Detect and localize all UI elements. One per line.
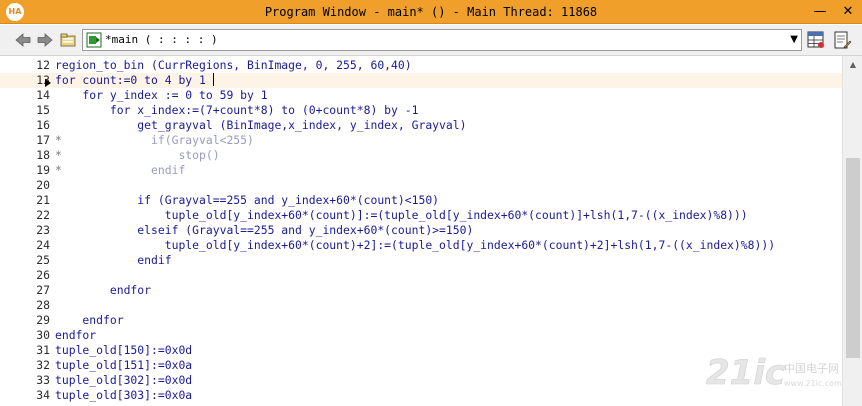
line-code[interactable]: elseif (Grayval==255 and y_index+60*(cou… — [55, 223, 473, 238]
scroll-thumb[interactable] — [846, 158, 860, 358]
line-code[interactable]: get_grayval (BinImage,x_index, y_index, … — [55, 118, 466, 133]
back-button[interactable] — [14, 31, 32, 49]
line-number[interactable]: 20 — [0, 178, 50, 193]
code-line[interactable]: 30 endfor — [0, 328, 842, 343]
line-code[interactable]: endfor — [55, 283, 151, 298]
line-code[interactable]: tuple_old[y_index+60*(count)+2]:=(tuple_… — [55, 238, 775, 253]
line-code[interactable]: if(Grayval<255) — [55, 133, 254, 148]
line-number[interactable]: 24 — [0, 238, 50, 253]
code-line[interactable]: 24 tuple_old[y_index+60*(count)+2]:=(tup… — [0, 238, 842, 253]
arrow-right-icon — [37, 33, 53, 47]
code-line[interactable]: 19 * endif — [0, 163, 842, 178]
line-code[interactable]: endif — [55, 253, 171, 268]
open-procedure-button[interactable] — [59, 31, 77, 49]
line-code[interactable]: stop() — [55, 148, 219, 163]
line-code[interactable]: tuple_old[303]:=0x0a — [55, 388, 192, 403]
procedure-icon — [86, 32, 102, 48]
line-number[interactable]: 12 — [0, 58, 50, 73]
line-code[interactable]: tuple_old[150]:=0x0d — [55, 343, 192, 358]
text-caret — [212, 73, 214, 86]
toolbar: *main ( : : : : ) ▼ — [0, 25, 862, 56]
document-edit-icon — [834, 31, 852, 49]
watermark-latin: 21ic — [706, 353, 785, 393]
line-code[interactable]: endfor — [55, 328, 96, 343]
open-folder-icon — [60, 33, 76, 47]
scroll-up-icon[interactable]: ▲ — [843, 56, 862, 73]
code-line[interactable]: 20 — [0, 178, 842, 193]
window-title: Program Window - main* () - Main Thread:… — [264, 5, 598, 19]
forward-button[interactable] — [36, 31, 54, 49]
line-number[interactable]: 26 — [0, 268, 50, 283]
code-line[interactable]: 13 for count:=0 to 4 by 1 — [0, 73, 842, 88]
title-bar: HA Program Window - main* () - Main Thre… — [0, 0, 862, 24]
line-number[interactable]: 34 — [0, 388, 50, 403]
line-code[interactable]: for y_index := 0 to 59 by 1 — [55, 88, 267, 103]
code-line[interactable]: 23 elseif (Grayval==255 and y_index+60*(… — [0, 223, 842, 238]
line-number[interactable]: 32 — [0, 358, 50, 373]
vertical-scrollbar[interactable]: ▲ — [842, 56, 862, 406]
watermark-url: www.21ic.com — [784, 379, 842, 388]
line-number[interactable]: 25 — [0, 253, 50, 268]
line-code[interactable]: for x_index:=(7+count*8) to (0+count*8) … — [55, 103, 419, 118]
line-number[interactable]: 30 — [0, 328, 50, 343]
line-number[interactable]: 13 — [0, 73, 50, 88]
line-number[interactable]: 31 — [0, 343, 50, 358]
line-number[interactable]: 29 — [0, 313, 50, 328]
code-line[interactable]: 28 — [0, 298, 842, 313]
code-line[interactable]: 16 get_grayval (BinImage,x_index, y_inde… — [0, 118, 842, 133]
chevron-down-icon[interactable]: ▼ — [790, 30, 798, 50]
line-number[interactable]: 16 — [0, 118, 50, 133]
code-line[interactable]: 12 region_to_bin (CurrRegions, BinImage, … — [0, 58, 842, 73]
code-line[interactable]: 14 for y_index := 0 to 59 by 1 — [0, 88, 842, 103]
line-code[interactable]: tuple_old[302]:=0x0d — [55, 373, 192, 388]
code-line[interactable]: 21 if (Grayval==255 and y_index+60*(coun… — [0, 193, 842, 208]
line-code[interactable]: if (Grayval==255 and y_index+60*(count)<… — [55, 193, 439, 208]
line-number[interactable]: 21 — [0, 193, 50, 208]
line-number[interactable]: 33 — [0, 373, 50, 388]
close-button[interactable]: ✕ — [834, 0, 862, 24]
line-code[interactable]: endif — [55, 163, 185, 178]
watermark-cn: 中国电子网 — [784, 362, 839, 375]
procedure-select[interactable]: *main ( : : : : ) ▼ — [82, 29, 802, 51]
edit-procedure-button[interactable] — [832, 30, 852, 50]
line-code[interactable]: tuple_old[y_index+60*(count)]:=(tuple_ol… — [55, 208, 748, 223]
code-line[interactable]: 22 tuple_old[y_index+60*(count)]:=(tuple… — [0, 208, 842, 223]
code-line[interactable]: 27 endfor — [0, 283, 842, 298]
line-number[interactable]: 14 — [0, 88, 50, 103]
program-counter-icon — [45, 79, 51, 87]
line-code[interactable]: region_to_bin (CurrRegions, BinImage, 0,… — [55, 58, 412, 73]
procedure-info-button[interactable] — [806, 30, 826, 50]
line-code[interactable]: tuple_old[151]:=0x0a — [55, 358, 192, 373]
code-line[interactable]: 15 for x_index:=(7+count*8) to (0+count*… — [0, 103, 842, 118]
line-number[interactable]: 28 — [0, 298, 50, 313]
line-code[interactable]: endfor — [55, 313, 123, 328]
line-number[interactable]: 18 — [0, 148, 50, 163]
code-line[interactable]: 25 endif — [0, 253, 842, 268]
table-grid-icon — [807, 31, 824, 48]
line-number[interactable]: 17 — [0, 133, 50, 148]
code-line[interactable]: 26 — [0, 268, 842, 283]
line-number[interactable]: 22 — [0, 208, 50, 223]
line-number[interactable]: 19 — [0, 163, 50, 178]
line-number[interactable]: 27 — [0, 283, 50, 298]
line-code[interactable]: for count:=0 to 4 by 1 — [55, 73, 214, 88]
procedure-select-value: *main ( : : : : ) — [105, 33, 218, 46]
watermark-logo: 21ic 中国电子网 www.21ic.com — [706, 353, 842, 394]
line-number[interactable]: 23 — [0, 223, 50, 238]
minimize-button[interactable]: — — [806, 0, 834, 24]
arrow-left-icon — [15, 33, 31, 47]
code-line[interactable]: 17 * if(Grayval<255) — [0, 133, 842, 148]
code-line[interactable]: 18 * stop() — [0, 148, 842, 163]
line-number[interactable]: 15 — [0, 103, 50, 118]
code-line[interactable]: 29 endfor — [0, 313, 842, 328]
